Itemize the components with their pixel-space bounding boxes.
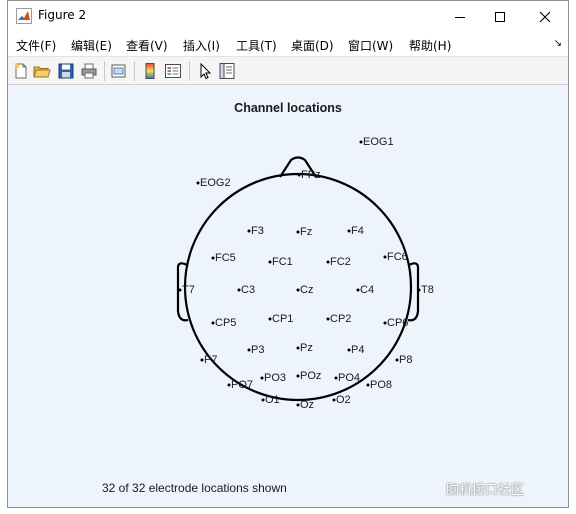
print-icon[interactable] [80, 62, 98, 80]
electrode-label: PO7 [231, 379, 254, 391]
electrode-label: FC1 [272, 256, 293, 268]
electrode-label: CP5 [215, 317, 237, 329]
electrode-label: FC2 [330, 256, 351, 268]
electrode-label: CP2 [330, 313, 352, 325]
insert-colorbar-icon[interactable] [141, 62, 159, 80]
electrode-label: CP1 [272, 313, 294, 325]
menu-tools[interactable]: 工具(T) [236, 37, 277, 54]
electrode-label: PO8 [370, 379, 393, 391]
insert-legend-icon[interactable] [164, 62, 182, 80]
electrode-label: PO3 [264, 372, 287, 384]
figure-toolbar [8, 56, 568, 85]
electrode-label: CP6 [387, 317, 409, 329]
property-inspector-icon[interactable] [218, 62, 236, 80]
menu-insert[interactable]: 插入(I) [183, 37, 220, 54]
matlab-logo-icon [16, 8, 32, 24]
menu-overflow-icon[interactable]: ↘ [554, 38, 562, 49]
electrode-label: POz [300, 370, 322, 382]
electrode-label: P4 [351, 344, 365, 356]
menu-window[interactable]: 窗口(W) [348, 37, 393, 54]
save-icon[interactable] [57, 62, 75, 80]
edit-plot-arrow-icon[interactable] [196, 62, 214, 80]
electrode-label: P7 [204, 354, 218, 366]
title-bar[interactable]: Figure 2 [8, 1, 568, 32]
close-button[interactable] [522, 1, 568, 32]
toolbar-separator [104, 61, 105, 81]
watermark-text: 脑机接口社区 [446, 483, 525, 498]
electrode-label: F3 [251, 225, 264, 237]
figure-canvas: Channel locations EOG1 EOG2 FPz F3 Fz F4 FC5 FC… [8, 85, 568, 507]
electrode-label: PO4 [338, 372, 361, 384]
electrode-label: T8 [421, 284, 434, 296]
toolbar-separator [189, 61, 190, 81]
close-icon [539, 11, 551, 22]
maximize-icon [495, 11, 505, 22]
new-figure-icon[interactable] [12, 62, 30, 80]
electrode-label: P3 [251, 344, 265, 356]
menu-bar: 文件(F) 编辑(E) 查看(V) 插入(I) 工具(T) 桌面(D) 窗口(W… [8, 32, 568, 56]
electrode-count-text: 32 of 32 electrode locations shown [102, 481, 287, 495]
menu-desktop[interactable]: 桌面(D) [291, 37, 334, 54]
electrode-label: P8 [399, 354, 413, 366]
menu-help[interactable]: 帮助(H) [409, 37, 451, 54]
maximize-button[interactable] [477, 1, 523, 32]
electrode-label: FPz [301, 169, 321, 181]
electrode-label: O2 [336, 394, 351, 406]
electrode-label: F4 [351, 225, 364, 237]
electrode-label: Pz [300, 342, 313, 354]
electrode-label: EOG1 [363, 136, 394, 148]
electrode-label: T7 [182, 284, 195, 296]
menu-view[interactable]: 查看(V) [126, 37, 168, 54]
electrode-label: C4 [360, 284, 375, 296]
head-outline [176, 156, 420, 402]
menu-file[interactable]: 文件(F) [16, 37, 56, 54]
electrode-label: FC5 [215, 252, 236, 264]
electrode-label: Cz [300, 284, 314, 296]
link-plot-icon[interactable] [110, 62, 128, 80]
open-file-icon[interactable] [33, 62, 51, 80]
electrode-label: FC6 [387, 251, 408, 263]
electrode-label: EOG2 [200, 177, 231, 189]
electrode-label: Fz [300, 226, 313, 238]
electrode-label: C3 [241, 284, 256, 296]
minimize-icon [455, 16, 465, 18]
electrode-label: O1 [265, 394, 280, 406]
window-title: Figure 2 [38, 8, 87, 22]
electrode-label: Oz [300, 399, 315, 411]
toolbar-separator [134, 61, 135, 81]
figure-window: Figure 2 文件(F) 编辑(E) 查看(V) 插入(I) 工具(T) 桌… [7, 0, 569, 508]
menu-edit[interactable]: 编辑(E) [71, 37, 112, 54]
